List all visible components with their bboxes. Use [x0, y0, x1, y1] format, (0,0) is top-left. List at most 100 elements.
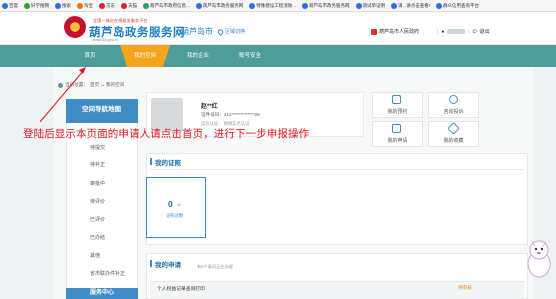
user-icon: ● — [441, 28, 445, 35]
bookmark-item[interactable]: 葫芦岛市政务服务网 — [195, 2, 244, 9]
national-emblem-logo — [64, 16, 86, 38]
gov-link-label: 葫芦岛市人民政府 — [379, 29, 420, 35]
bookmark-item[interactable]: 请...请点击查看! — [391, 2, 431, 9]
sidebar-item-evaluated[interactable]: 已评价 — [90, 216, 105, 223]
bookmark-icon — [355, 2, 362, 9]
bookmark-label: 特殊建设工程消防... — [256, 2, 296, 8]
applications-title: 我的申请 — [155, 262, 181, 269]
breadcrumb-prefix: 当前位置： — [65, 82, 88, 87]
bookmark-item[interactable]: 天猫 — [121, 2, 137, 9]
certificate-label: 证照总数 — [166, 213, 184, 218]
profile-name: 赵**红 — [201, 104, 218, 110]
sidebar-item-completed[interactable]: 已办结 — [90, 234, 105, 241]
quick-label: 我的收藏 — [443, 138, 464, 144]
bookmark-icon — [302, 2, 308, 9]
quick-label: 我的预约 — [387, 109, 408, 115]
bookmark-icon — [99, 2, 105, 9]
sidebar-item-pending-evaluation[interactable]: 待评价 — [90, 198, 105, 205]
bookmark-label: 好学搜网 — [31, 2, 49, 8]
certificate-count: 0 — [168, 199, 173, 209]
sidebar-item-in-review[interactable]: 审批中 — [90, 180, 105, 187]
bookmark-item[interactable]: 葫芦岛市政府信息... — [143, 2, 190, 9]
document-icon — [392, 124, 401, 133]
bookmark-icon — [195, 2, 202, 9]
bookmark-label: 葫芦岛市政务服务网 — [309, 2, 350, 8]
bookmark-item[interactable]: 百度 — [2, 2, 18, 9]
annotation-text: 登陆后显示本页面的申请人请点击首页，进行下一步申报操作 — [23, 128, 310, 140]
separator: | — [437, 28, 439, 35]
bookmark-label: 京东 — [106, 2, 115, 8]
bookmark-item[interactable]: 淘宝 — [77, 2, 93, 9]
calendar-icon — [392, 95, 401, 104]
breadcrumb-current: 我的空间 — [105, 82, 125, 87]
profile-id-label: 证件号码： — [201, 112, 224, 117]
quick-label: 咨询投诉 — [443, 109, 464, 115]
bookmark-item[interactable]: 葫芦岛市政务服务网 — [302, 2, 350, 9]
bookmark-item[interactable]: 搜索 — [55, 2, 71, 9]
sidebar-map-title: 空间导航地图 — [82, 106, 121, 113]
bookmark-label: 淘宝 — [84, 2, 93, 8]
quick-label: 我的申请 — [387, 138, 408, 144]
bookmark-label: 搜索 — [62, 2, 71, 8]
logout-icon: ⏻ — [472, 28, 477, 35]
bookmark-label: 百度 — [9, 2, 18, 8]
bookmark-item[interactable]: 好学搜网 — [24, 2, 49, 9]
sidebar-item-joint-correction[interactable]: 省市联办件补正 — [90, 270, 125, 277]
bookmark-label: 测试单证明 — [362, 2, 386, 8]
bookmark-icon — [143, 2, 149, 9]
mascot-image — [527, 240, 551, 278]
nav-my-enterprise[interactable]: 我的企业 — [176, 45, 220, 67]
applications-subtitle: 有6个事项正在办理 — [197, 264, 233, 269]
service-center-button[interactable]: 服务中心 — [66, 288, 138, 299]
certificate-unit: 个 — [177, 203, 181, 208]
section-marker — [150, 260, 152, 267]
bookmarks-bar: 百度 好学搜网 搜索 淘宝 京东 天猫 葫芦岛市政府信息... 葫芦岛市政务服务网 特殊建设工程… — [0, 0, 556, 12]
location-icon — [58, 82, 63, 88]
application-row-title: 个人权益记录查询打印 — [157, 287, 205, 292]
breadcrumb: 当前位置： 首页 > 我的空间 — [58, 82, 124, 88]
bookmark-icon — [436, 2, 443, 9]
bookmark-item[interactable]: 群众信用查询平台 — [436, 2, 480, 9]
bookmark-icon — [121, 2, 127, 9]
bookmark-label: 天猫 — [128, 2, 137, 8]
section-divider — [150, 169, 524, 170]
bookmark-icon — [2, 2, 8, 9]
bookmark-item[interactable]: 特殊建设工程消防... — [249, 2, 296, 9]
profile-id-value: 211*************28 — [223, 112, 260, 117]
breadcrumb-separator: > — [101, 82, 104, 88]
section-marker — [150, 158, 152, 165]
bookmark-item[interactable]: 京东 — [99, 2, 115, 9]
certificates-title: 我的证照 — [155, 160, 181, 167]
sidebar-item-pending-submit[interactable]: 待提交 — [90, 144, 105, 151]
breadcrumb-home[interactable]: 首页 — [90, 82, 99, 88]
bookmark-label: 请...请点击查看! — [398, 2, 431, 8]
logout-button[interactable]: 退出 — [480, 28, 490, 35]
region-switch-label: 区域切换 — [225, 29, 246, 35]
city-name: 葫芦岛市 — [181, 27, 213, 36]
site-url: zwfw.hld.gov.cn — [92, 38, 119, 42]
bookmark-label: 葫芦岛市政府信息... — [150, 2, 190, 8]
region-switch-button[interactable]: 区域切换 — [216, 27, 246, 36]
nav-home[interactable]: 首页 — [70, 45, 110, 67]
profile-id: 证件号码：211*************28 — [201, 112, 260, 118]
bookmark-icon — [77, 2, 83, 9]
bookmark-icon — [249, 2, 256, 9]
sidebar-item-other[interactable]: 其他 — [90, 252, 100, 259]
user-name[interactable] — [447, 29, 466, 34]
nav-account-security[interactable]: 账号安全 — [228, 45, 272, 67]
header-divider — [175, 26, 176, 37]
certificate-count-card[interactable] — [146, 177, 206, 238]
bookmark-icon — [24, 2, 30, 9]
bookmark-label: 群众信用查询平台 — [443, 2, 480, 8]
user-area: | ● | ⏻ 退出 — [437, 28, 490, 36]
gov-link[interactable]: 葫芦岛市人民政府 — [371, 28, 419, 35]
bookmark-item[interactable]: 测试单证明 — [355, 2, 386, 9]
application-status: 待审核 — [458, 285, 472, 290]
bookmark-label: 葫芦岛市政务服务网 — [202, 2, 244, 8]
nav-my-space[interactable]: 我的空间 — [120, 45, 170, 67]
bookmark-icon — [55, 2, 61, 9]
gov-icon — [371, 28, 377, 35]
sidebar-item-pending-correction[interactable]: 待补正 — [90, 161, 105, 168]
chat-icon — [449, 95, 458, 104]
separator: | — [468, 28, 470, 35]
